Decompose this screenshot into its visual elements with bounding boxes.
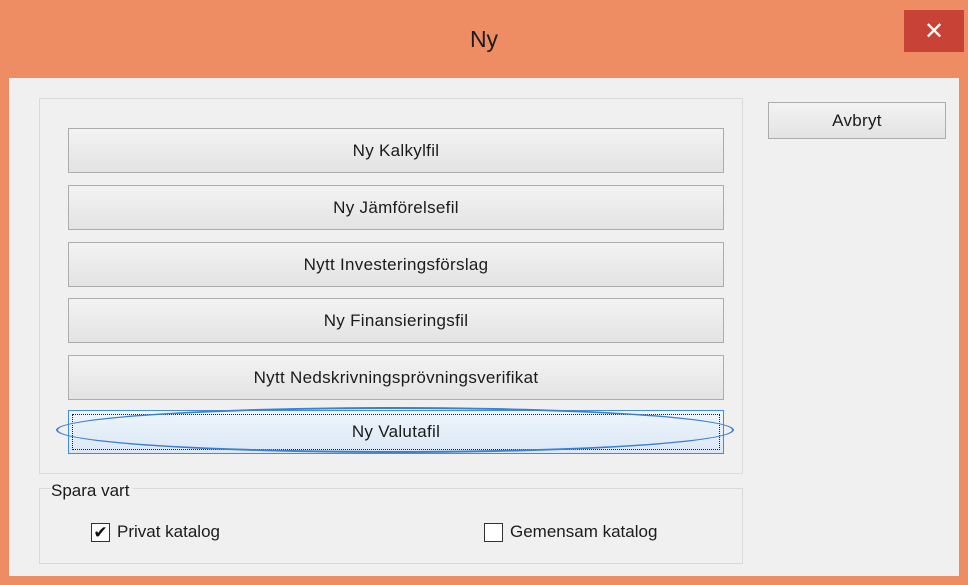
private-folder-label: Privat katalog	[117, 522, 220, 541]
save-location-label: Spara vart	[51, 481, 134, 501]
window-title: Ny	[469, 26, 499, 52]
checkmark-icon: ✔	[93, 522, 108, 542]
button-label: Nytt Nedskrivningsprövningsverifikat	[253, 367, 539, 387]
private-folder-option[interactable]: ✔ Privat katalog	[91, 522, 220, 542]
cancel-button[interactable]: Avbryt	[768, 102, 946, 139]
dialog-window: Ny ✕ Ny Kalkylfil Ny Jämförelsefil Nytt …	[0, 0, 968, 585]
button-label: Ny Finansieringsfil	[323, 310, 469, 330]
close-icon: ✕	[923, 17, 945, 45]
new-kalkylfil-button[interactable]: Ny Kalkylfil	[68, 128, 724, 173]
shared-folder-checkbox[interactable]	[484, 522, 503, 542]
title-bar[interactable]: Ny ✕	[0, 0, 968, 78]
shared-folder-option[interactable]: Gemensam katalog	[484, 522, 657, 542]
new-finansieringsfil-button[interactable]: Ny Finansieringsfil	[68, 298, 724, 343]
new-investeringsforslag-button[interactable]: Nytt Investeringsförslag	[68, 242, 724, 287]
private-folder-checkbox[interactable]: ✔	[91, 522, 110, 542]
cancel-label: Avbryt	[832, 110, 882, 130]
button-label: Ny Jämförelsefil	[333, 197, 459, 217]
new-jamforelsefil-button[interactable]: Ny Jämförelsefil	[68, 185, 724, 230]
button-label: Ny Valutafil	[351, 422, 441, 441]
new-valutafil-button[interactable]: Ny Valutafil	[68, 410, 724, 454]
button-label: Ny Kalkylfil	[352, 140, 440, 160]
new-nedskrivningsprovningsverifikat-button[interactable]: Nytt Nedskrivningsprövningsverifikat	[68, 355, 724, 400]
dialog-body: Ny Kalkylfil Ny Jämförelsefil Nytt Inves…	[9, 78, 959, 576]
close-button[interactable]: ✕	[904, 10, 964, 52]
shared-folder-label: Gemensam katalog	[510, 522, 658, 541]
button-label: Nytt Investeringsförslag	[303, 254, 489, 274]
